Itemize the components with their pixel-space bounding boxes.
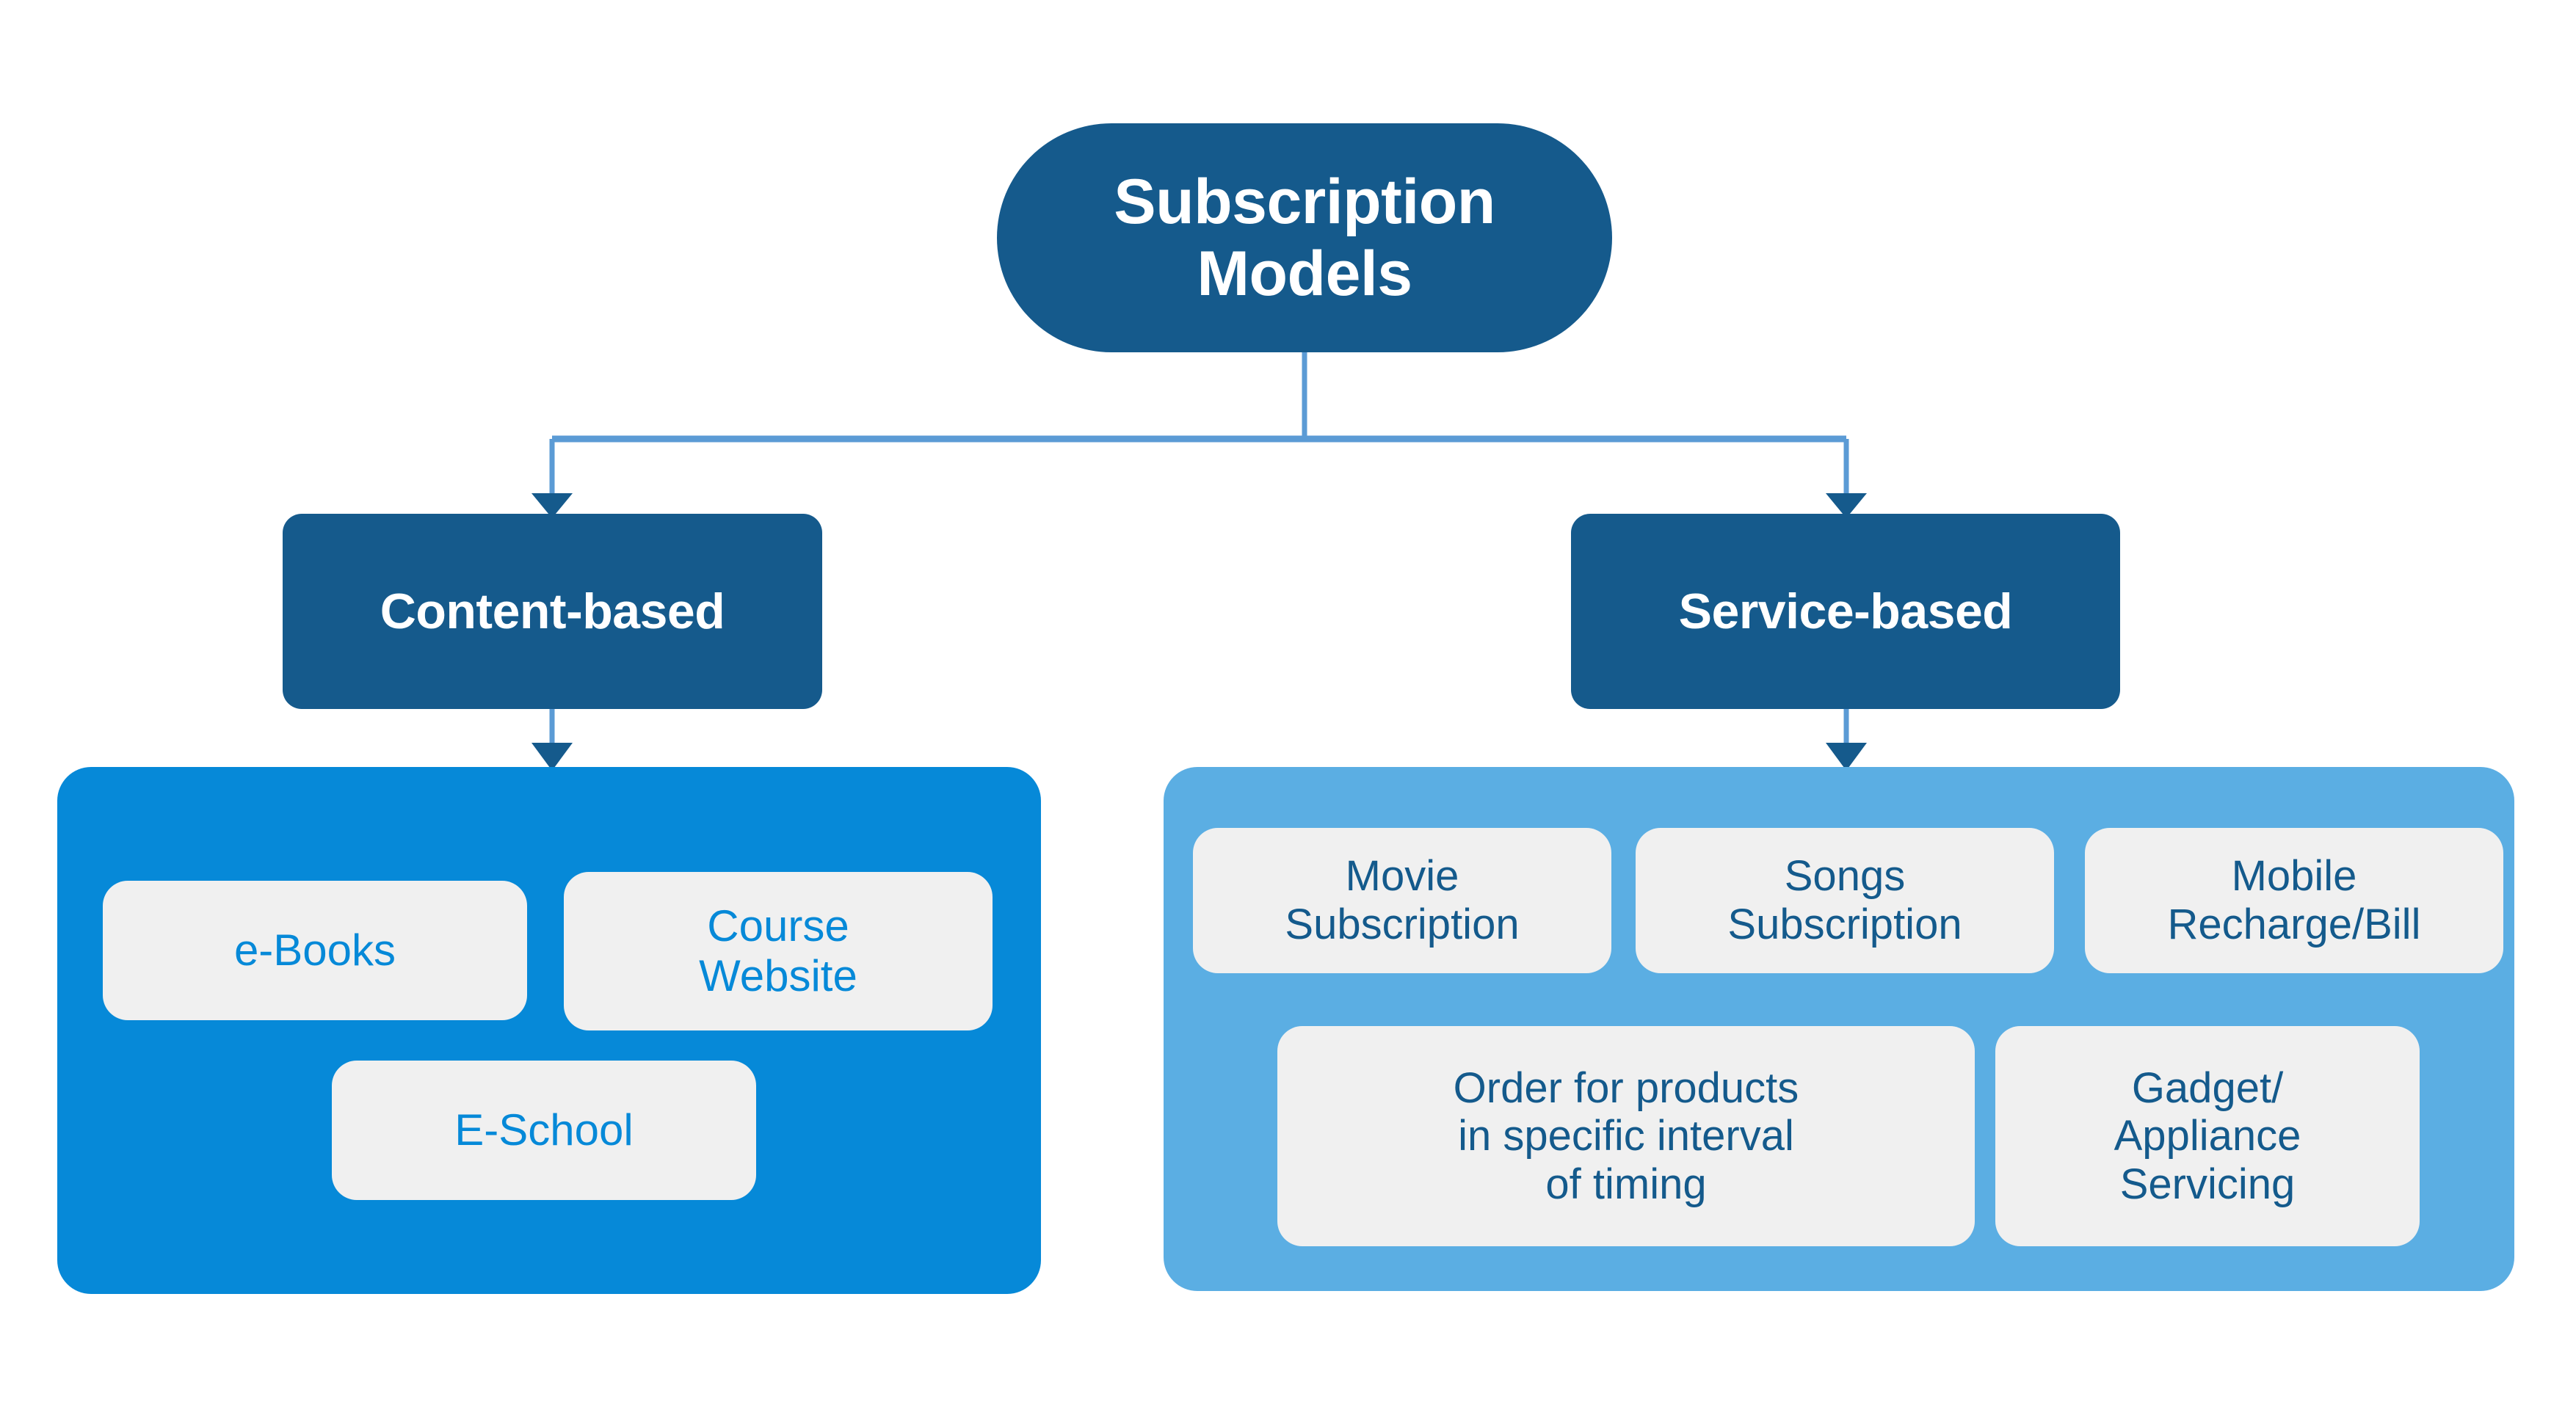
diagram-canvas: Subscription Models Content-based Servic… (0, 0, 2576, 1418)
branch-node-service-based-label: Service-based (1678, 583, 2013, 639)
content-card-e-school-label: E-School (454, 1105, 634, 1155)
service-card-order-for-products-label: Order for products in specific interval … (1453, 1064, 1799, 1208)
service-card-mobile-recharge-bill[interactable]: Mobile Recharge/Bill (2085, 828, 2503, 973)
content-card-e-school[interactable]: E-School (332, 1061, 756, 1200)
branch-node-service-based[interactable]: Service-based (1571, 514, 2120, 709)
content-card-course-website-label: Course Website (699, 901, 857, 1000)
content-card-course-website[interactable]: Course Website (564, 872, 993, 1030)
service-card-movie-subscription-label: Movie Subscription (1285, 852, 1520, 948)
content-card-e-books-label: e-Books (233, 926, 396, 975)
content-based-group-panel (57, 767, 1041, 1294)
service-card-songs-subscription[interactable]: Songs Subscription (1636, 828, 2054, 973)
service-card-movie-subscription[interactable]: Movie Subscription (1193, 828, 1611, 973)
service-card-gadget-appliance-servicing-label: Gadget/ Appliance Servicing (2114, 1064, 2301, 1208)
service-card-mobile-recharge-bill-label: Mobile Recharge/Bill (2167, 852, 2421, 948)
content-card-e-books[interactable]: e-Books (103, 881, 527, 1020)
root-node-subscription-models[interactable]: Subscription Models (997, 123, 1612, 352)
service-card-order-for-products[interactable]: Order for products in specific interval … (1277, 1026, 1975, 1246)
branch-node-content-based[interactable]: Content-based (283, 514, 822, 709)
service-card-gadget-appliance-servicing[interactable]: Gadget/ Appliance Servicing (1995, 1026, 2420, 1246)
branch-node-content-based-label: Content-based (380, 583, 725, 639)
service-card-songs-subscription-label: Songs Subscription (1727, 852, 1962, 948)
root-node-label: Subscription Models (1114, 166, 1495, 309)
